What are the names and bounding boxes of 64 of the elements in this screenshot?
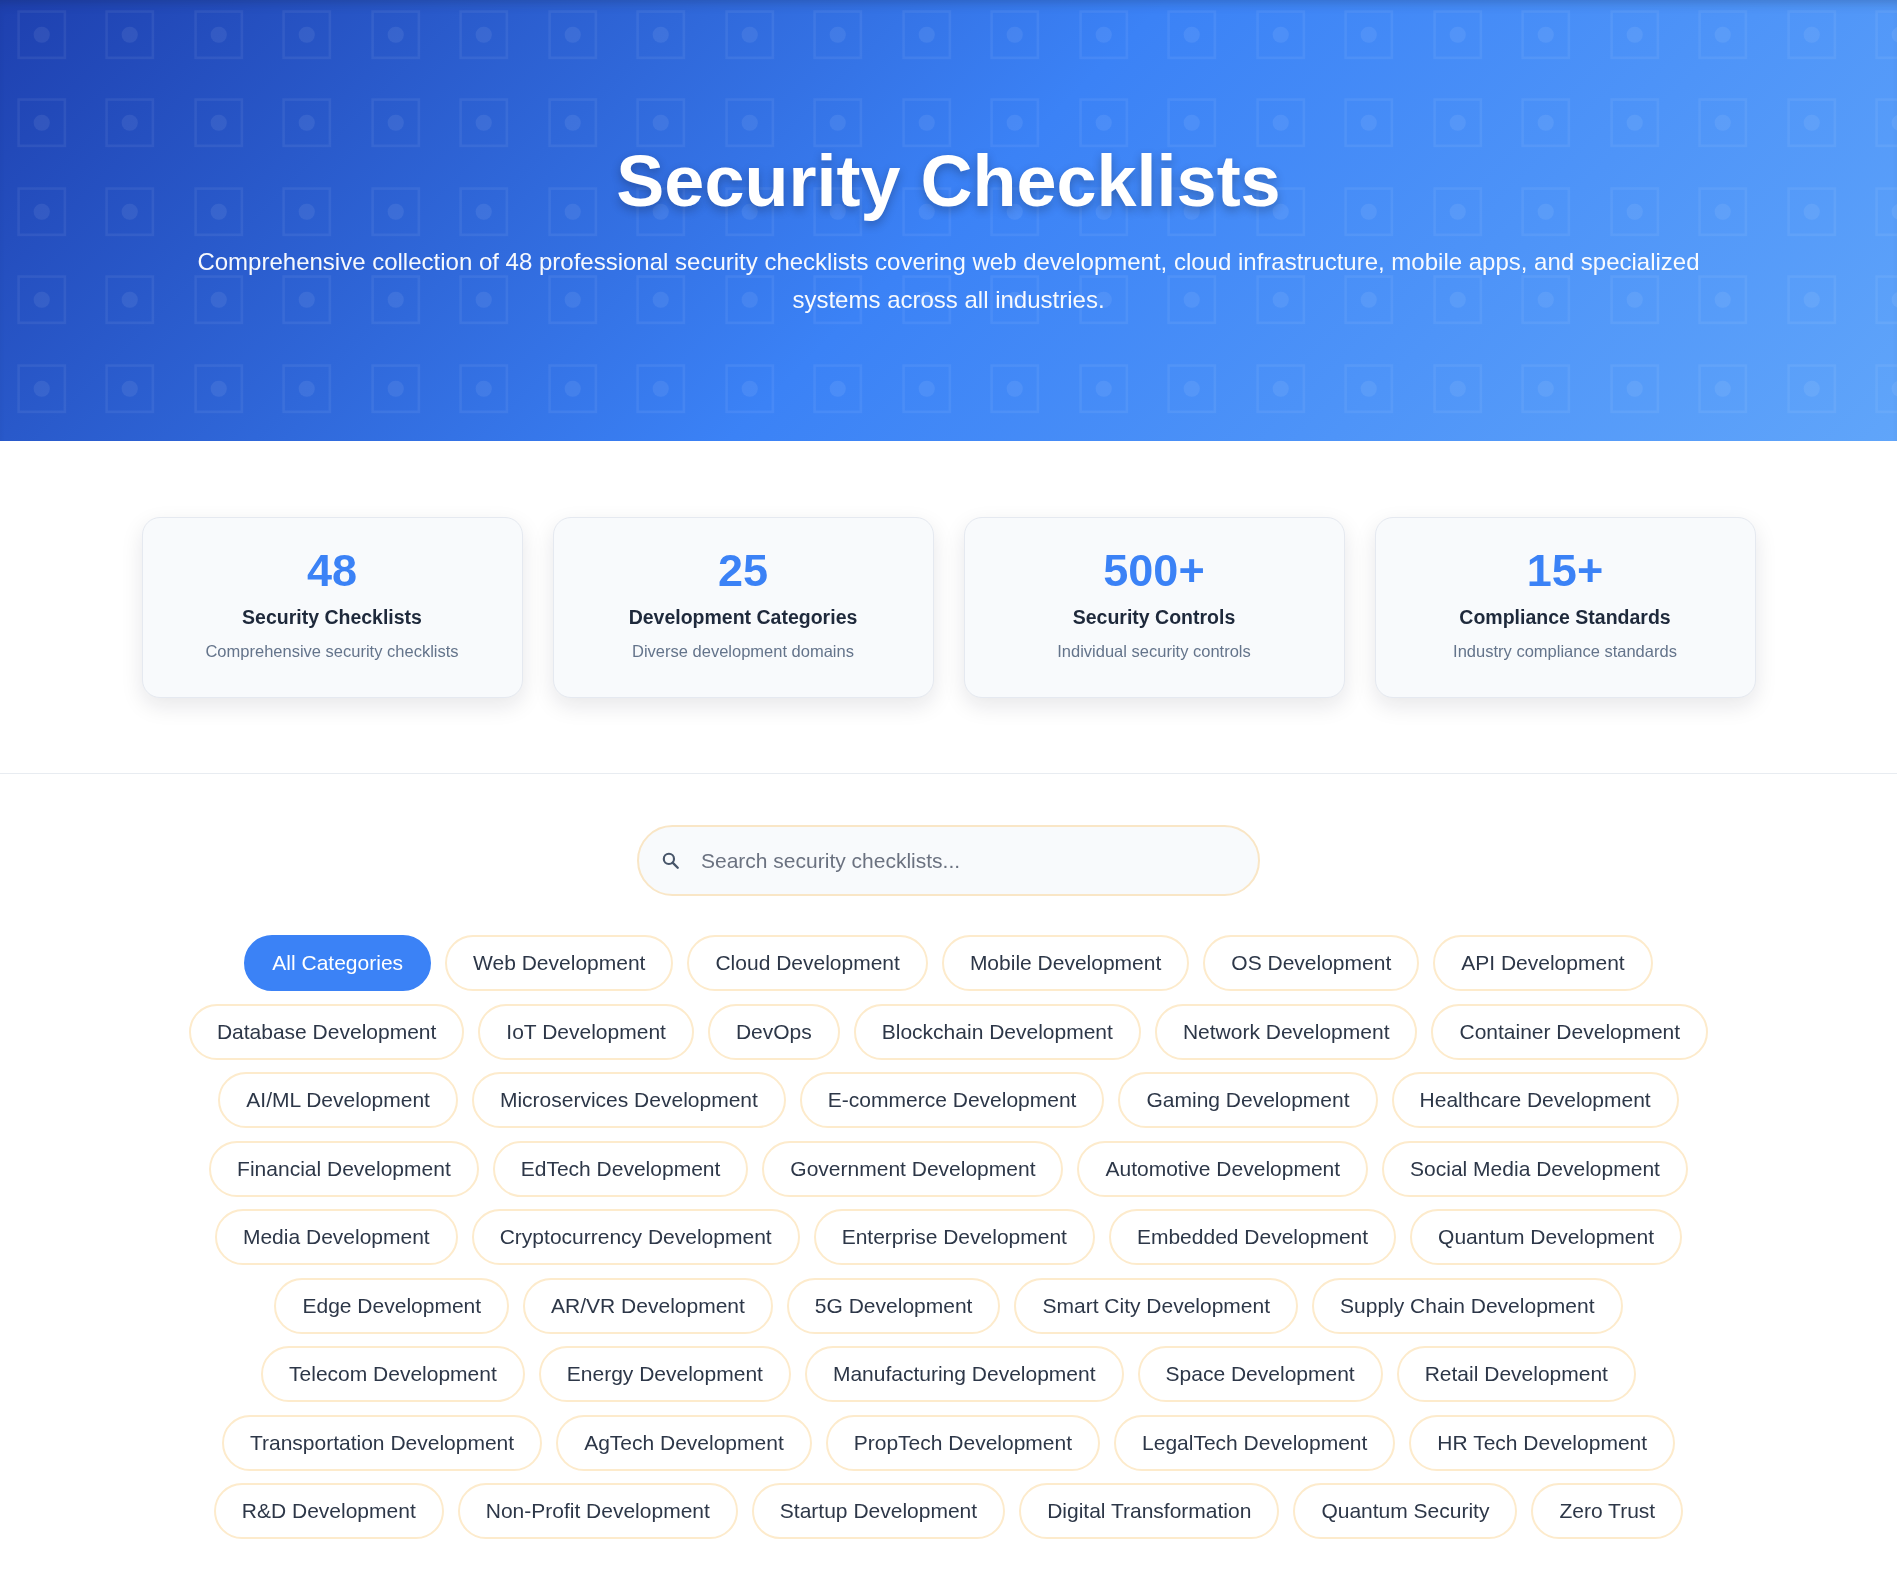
- category-filter[interactable]: Space Development: [1137, 1346, 1383, 1402]
- category-filter[interactable]: Supply Chain Development: [1312, 1277, 1623, 1334]
- stat-value: 15+: [1526, 544, 1604, 597]
- stat-description: Industry compliance standards: [1453, 641, 1677, 662]
- search-icon: [662, 852, 679, 869]
- stat-label: Compliance Standards: [1459, 605, 1671, 629]
- search-field[interactable]: Search security checklists...: [637, 825, 1260, 896]
- category-filter[interactable]: Startup Development: [751, 1483, 1006, 1539]
- category-filter[interactable]: R&D Development: [213, 1483, 444, 1539]
- category-filter[interactable]: EdTech Development: [492, 1140, 749, 1197]
- stat-label: Security Checklists: [242, 605, 422, 629]
- stat-label: Development Categories: [628, 605, 858, 629]
- category-filter[interactable]: Cloud Development: [687, 935, 928, 991]
- category-filter[interactable]: Edge Development: [274, 1277, 510, 1334]
- stat-description: Comprehensive security checklists: [205, 641, 459, 662]
- category-filter[interactable]: All Categories: [244, 935, 432, 991]
- category-filter[interactable]: Government Development: [762, 1140, 1064, 1197]
- page-title: Security Checklists: [616, 140, 1281, 223]
- category-filter[interactable]: AR/VR Development: [523, 1277, 773, 1334]
- category-filter[interactable]: Non-Profit Development: [457, 1483, 738, 1539]
- category-filter[interactable]: HR Tech Development: [1409, 1414, 1676, 1471]
- stat-label: Security Controls: [1072, 605, 1236, 629]
- category-filter[interactable]: Energy Development: [538, 1346, 791, 1402]
- category-filter[interactable]: AI/ML Development: [218, 1072, 458, 1128]
- category-filter[interactable]: OS Development: [1203, 935, 1420, 991]
- category-filter[interactable]: Social Media Development: [1382, 1140, 1688, 1197]
- category-filter[interactable]: Mobile Development: [941, 935, 1190, 991]
- category-filter[interactable]: Automotive Development: [1077, 1140, 1369, 1197]
- stat-value: 48: [306, 544, 358, 597]
- category-filter[interactable]: Database Development: [188, 1003, 465, 1060]
- category-filter[interactable]: Cryptocurrency Development: [471, 1209, 800, 1265]
- stat-value: 25: [717, 544, 769, 597]
- category-filter[interactable]: API Development: [1433, 935, 1653, 991]
- category-filter[interactable]: Financial Development: [209, 1140, 479, 1197]
- category-filter[interactable]: E-commerce Development: [799, 1072, 1105, 1128]
- category-filter[interactable]: Healthcare Development: [1391, 1072, 1679, 1128]
- category-filter[interactable]: Network Development: [1154, 1003, 1418, 1060]
- stat-description: Diverse development domains: [632, 641, 854, 662]
- hero-description: Comprehensive collection of 48 professional security checklists covering web development, cloud infrastructure, mobile apps, and specialized systems across all industries.: [196, 247, 1701, 315]
- category-filter[interactable]: PropTech Development: [825, 1414, 1101, 1471]
- category-filter[interactable]: Zero Trust: [1531, 1483, 1684, 1539]
- category-filter[interactable]: Telecom Development: [261, 1346, 525, 1402]
- category-filter[interactable]: Manufacturing Development: [804, 1346, 1124, 1402]
- category-filter[interactable]: Quantum Development: [1410, 1209, 1683, 1265]
- stat-value: 500+: [1103, 544, 1205, 597]
- category-filter[interactable]: Embedded Development: [1108, 1209, 1397, 1265]
- stat-description: Individual security controls: [1057, 641, 1251, 662]
- category-filter[interactable]: Enterprise Development: [813, 1209, 1095, 1265]
- category-filter[interactable]: Digital Transformation: [1019, 1483, 1280, 1539]
- category-filter[interactable]: Media Development: [214, 1209, 458, 1265]
- category-filter[interactable]: 5G Development: [786, 1277, 1001, 1334]
- category-filter[interactable]: Web Development: [445, 935, 674, 991]
- category-filter[interactable]: Container Development: [1431, 1003, 1709, 1060]
- category-filter[interactable]: Retail Development: [1396, 1346, 1636, 1402]
- category-filter[interactable]: Quantum Security: [1293, 1483, 1518, 1539]
- category-filter[interactable]: DevOps: [707, 1003, 840, 1060]
- category-filter[interactable]: Smart City Development: [1014, 1277, 1299, 1334]
- category-filter[interactable]: Microservices Development: [471, 1072, 786, 1128]
- category-filter[interactable]: Transportation Development: [221, 1414, 543, 1471]
- category-filter[interactable]: Blockchain Development: [853, 1003, 1141, 1060]
- category-filter[interactable]: IoT Development: [478, 1003, 694, 1060]
- category-filter[interactable]: Gaming Development: [1118, 1072, 1378, 1128]
- category-filter[interactable]: LegalTech Development: [1114, 1414, 1396, 1471]
- category-filter[interactable]: AgTech Development: [556, 1414, 812, 1471]
